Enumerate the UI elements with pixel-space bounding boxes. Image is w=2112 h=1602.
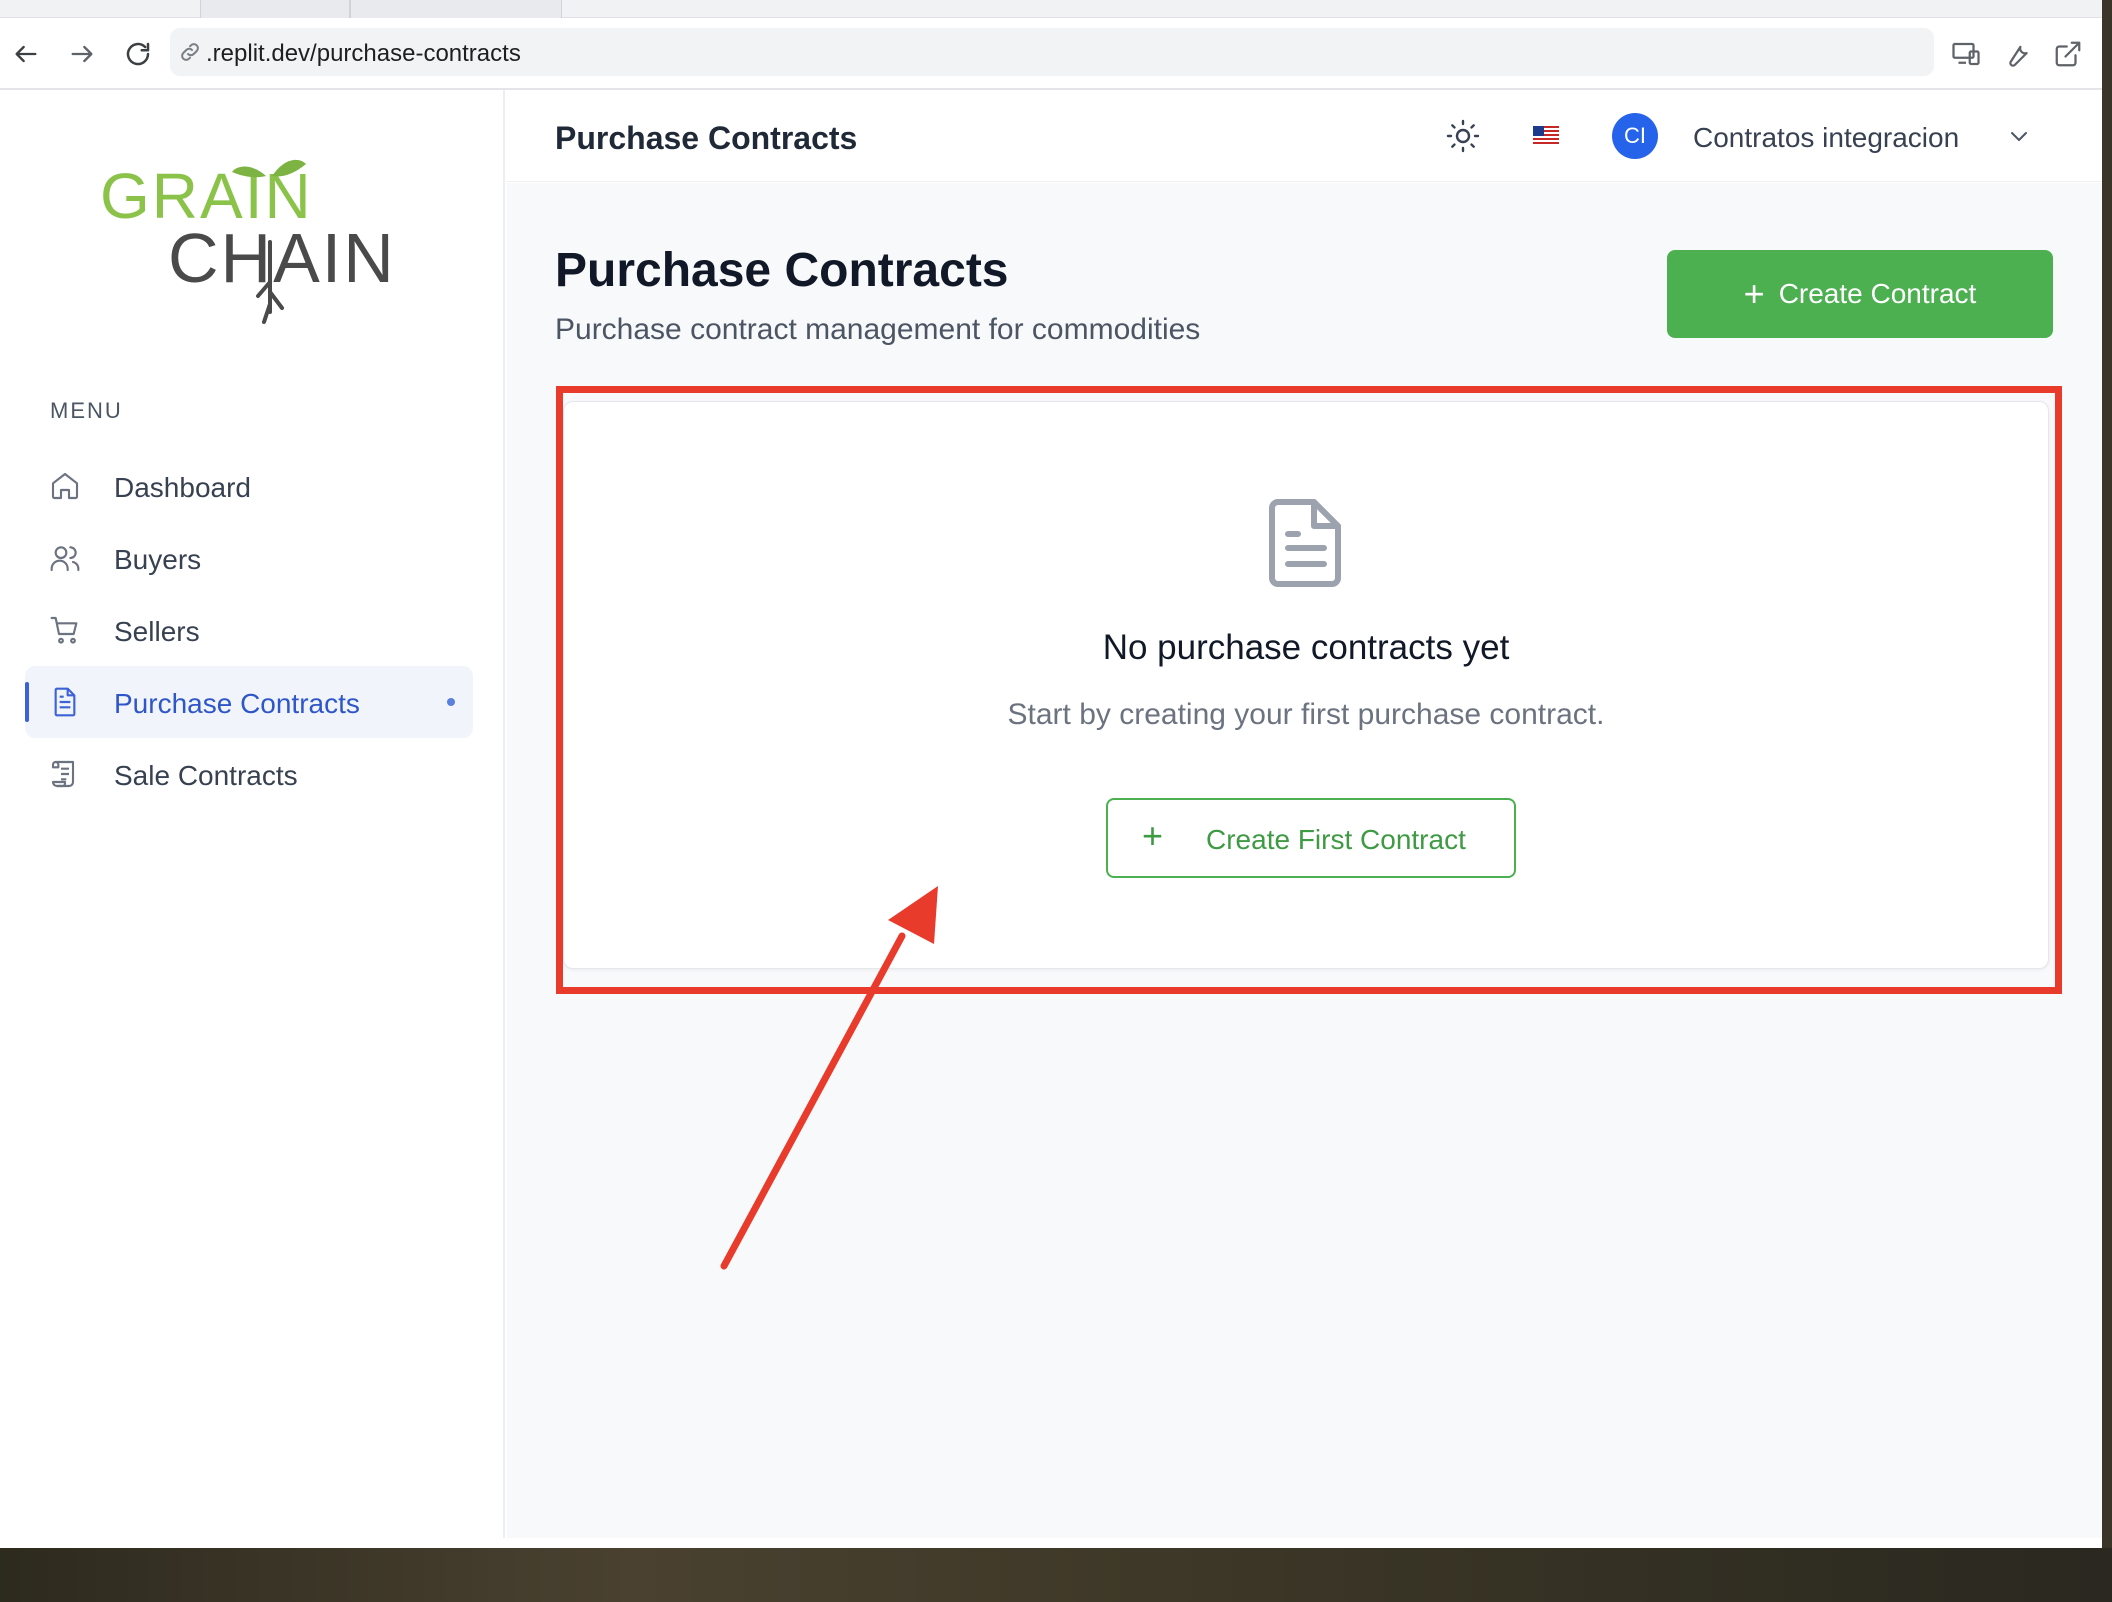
plus-icon: + (1743, 273, 1765, 314)
sidebar-item-dashboard[interactable]: Dashboard (25, 450, 473, 522)
document-icon (1269, 499, 1341, 587)
theme-toggle-sun-icon[interactable] (1445, 118, 1481, 154)
create-contract-label: Create Contract (1778, 278, 1977, 309)
tab-strip (0, 0, 2102, 18)
reload-icon (126, 42, 150, 66)
plus-icon: + (1142, 815, 1164, 856)
page-title: Purchase Contracts (555, 244, 1009, 297)
create-first-contract-button[interactable]: + Create First Contract (1106, 798, 1516, 878)
sidebar-item-buyers[interactable]: Buyers (25, 522, 473, 594)
sidebar-item-label: Purchase Contracts (114, 688, 360, 719)
desktop-background (0, 1548, 2112, 1602)
empty-state-card: No purchase contracts yet Start by creat… (563, 401, 2049, 969)
create-first-contract-label: Create First Contract (1206, 824, 1466, 855)
open-external-button[interactable] (2050, 36, 2086, 72)
active-indicator (25, 682, 29, 722)
cart-icon (50, 616, 78, 644)
home-icon (51, 472, 79, 500)
header-title: Purchase Contracts (555, 120, 858, 156)
browser-toolbar: .replit.dev/purchase-contracts (0, 18, 2102, 90)
user-name[interactable]: Contratos integracion (1693, 122, 1959, 154)
tools-button[interactable] (1999, 36, 2035, 72)
create-contract-button[interactable]: + Create Contract (1667, 250, 2053, 338)
sidebar-item-sale-contracts[interactable]: Sale Contracts (25, 738, 473, 810)
reload-button[interactable] (118, 34, 158, 74)
browser-tab[interactable] (200, 0, 350, 18)
forward-button[interactable] (62, 34, 102, 74)
users-icon (50, 546, 80, 572)
chevron-down-icon[interactable] (2007, 124, 2031, 148)
devices-button[interactable] (1948, 36, 1984, 72)
scroll-icon (51, 760, 75, 788)
sidebar-item-purchase-contracts[interactable]: Purchase Contracts (25, 666, 473, 738)
link-icon (181, 43, 199, 61)
wrench-icon (2009, 45, 2028, 67)
user-avatar[interactable]: CI (1612, 113, 1658, 159)
empty-state-title: No purchase contracts yet (1102, 628, 1510, 667)
arrow-left-icon (15, 45, 37, 63)
sidebar: GRAIN CHAIN MENU Dashboard Buyers Seller… (0, 90, 505, 1538)
document-icon (54, 687, 76, 717)
sidebar-item-label: Sale Contracts (114, 760, 298, 791)
us-flag-icon[interactable] (1533, 126, 1559, 144)
arrow-right-icon (71, 45, 93, 63)
grain-chain-logo[interactable]: GRAIN CHAIN (100, 132, 400, 332)
active-dot (447, 698, 455, 706)
empty-state-subtitle: Start by creating your first purchase co… (1007, 698, 1605, 731)
main-content: Purchase Contracts Purchase contract man… (507, 183, 2102, 1538)
sidebar-item-sellers[interactable]: Sellers (25, 594, 473, 666)
back-button[interactable] (6, 34, 46, 74)
devices-icon (1952, 42, 1980, 66)
browser-window: .replit.dev/purchase-contracts GRAIN CHA… (0, 0, 2102, 1548)
external-link-icon (2055, 41, 2081, 67)
sidebar-item-label: Buyers (114, 544, 202, 575)
browser-tab[interactable] (350, 0, 562, 18)
sidebar-item-label: Sellers (114, 616, 200, 647)
menu-heading: MENU (50, 398, 123, 423)
sidebar-item-label: Dashboard (114, 472, 251, 503)
svg-text:CHAIN: CHAIN (168, 219, 396, 297)
url-text: .replit.dev/purchase-contracts (206, 40, 521, 67)
top-header: Purchase Contracts CI Contratos integrac… (507, 90, 2102, 182)
page-subtitle: Purchase contract management for commodi… (555, 313, 1201, 346)
address-bar[interactable]: .replit.dev/purchase-contracts (170, 28, 1934, 76)
